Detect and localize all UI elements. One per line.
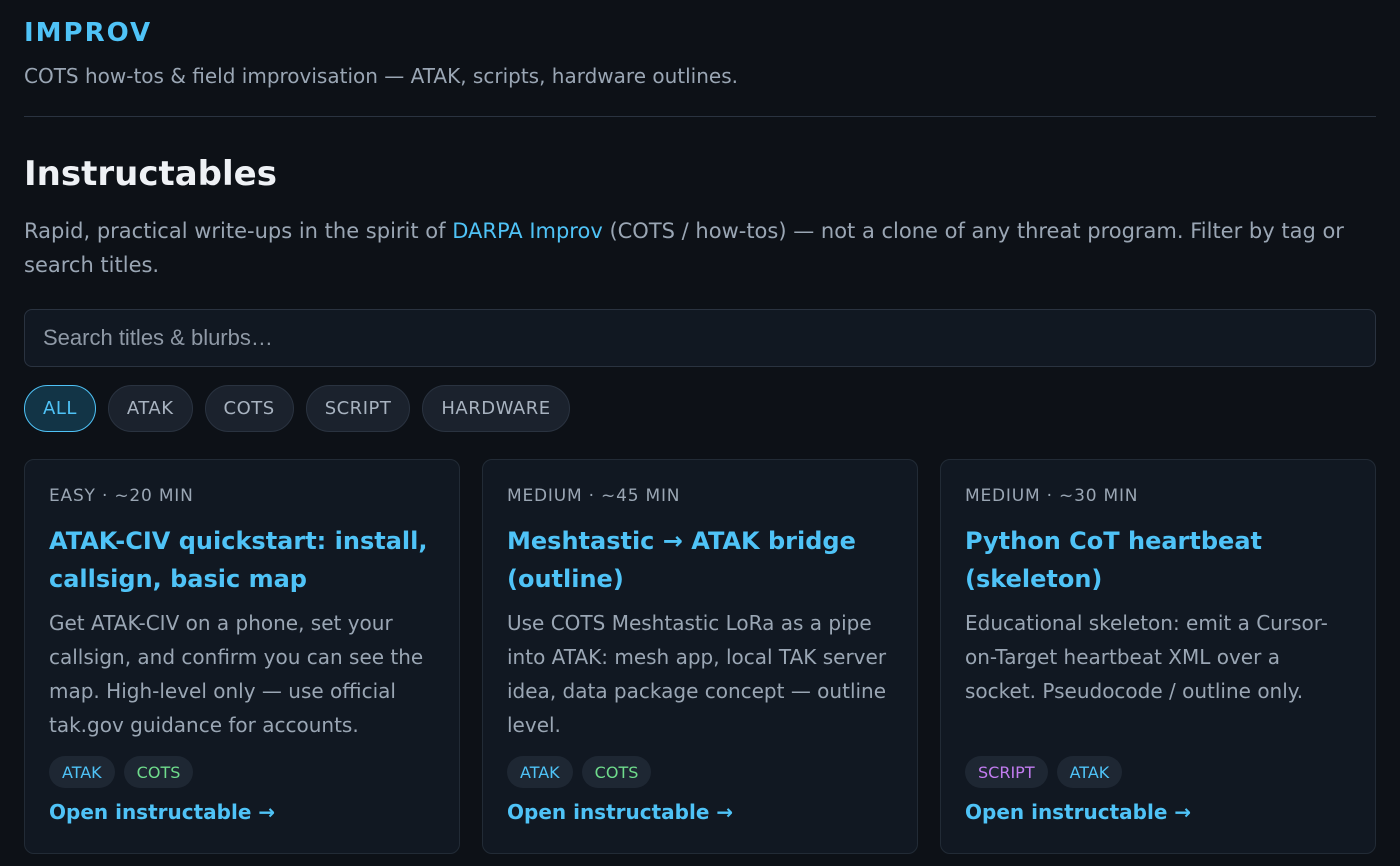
- filter-chip-atak[interactable]: ATAK: [107, 385, 193, 432]
- instructable-card: EASY · ~20 MIN ATAK-CIV quickstart: inst…: [24, 459, 460, 854]
- instructable-card: MEDIUM · ~30 MIN Python CoT heartbeat (s…: [940, 459, 1376, 854]
- card-tags: SCRIPT ATAK: [965, 756, 1123, 788]
- tag-cots[interactable]: COTS: [581, 756, 652, 788]
- card-tags: ATAK COTS: [507, 756, 652, 788]
- card-difficulty-time: MEDIUM · ~30 MIN: [965, 486, 1139, 506]
- search-input[interactable]: [24, 309, 1376, 367]
- card-blurb: Get ATAK-CIV on a phone, set your callsi…: [49, 611, 424, 737]
- tag-script[interactable]: SCRIPT: [965, 756, 1048, 788]
- instructables-grid: EASY · ~20 MIN ATAK-CIV quickstart: inst…: [24, 459, 1376, 854]
- header-divider: [24, 116, 1376, 117]
- open-instructable-link[interactable]: Open instructable →: [49, 800, 275, 824]
- filter-chip-hardware[interactable]: HARDWARE: [422, 385, 570, 432]
- darpa-improv-link[interactable]: DARPA Improv: [452, 219, 603, 243]
- card-blurb: Educational skeleton: emit a Cursor-on-T…: [965, 611, 1328, 703]
- card-title[interactable]: Meshtastic → ATAK bridge (outline): [507, 522, 893, 598]
- filter-chip-cots[interactable]: COTS: [204, 385, 294, 432]
- page: IMPROV COTS how-tos & field improvisatio…: [0, 0, 1400, 866]
- intro-text: Rapid, practical write-ups in the spirit…: [24, 214, 1364, 282]
- card-difficulty-time: MEDIUM · ~45 MIN: [507, 486, 681, 506]
- tag-atak[interactable]: ATAK: [49, 756, 115, 788]
- tag-filter-bar: ALL ATAK COTS SCRIPT HARDWARE: [24, 385, 570, 432]
- card-difficulty-time: EASY · ~20 MIN: [49, 486, 194, 506]
- card-tags: ATAK COTS: [49, 756, 194, 788]
- open-instructable-link[interactable]: Open instructable →: [507, 800, 733, 824]
- card-title[interactable]: Python CoT heartbeat (skeleton): [965, 522, 1351, 598]
- tag-atak[interactable]: ATAK: [507, 756, 573, 788]
- card-blurb: Use COTS Meshtastic LoRa as a pipe into …: [507, 611, 887, 737]
- tag-atak[interactable]: ATAK: [1056, 756, 1123, 788]
- tag-cots[interactable]: COTS: [123, 756, 194, 788]
- intro-text-start: Rapid, practical write-ups in the spirit…: [24, 219, 453, 243]
- filter-chip-script[interactable]: SCRIPT: [305, 385, 411, 432]
- open-instructable-link[interactable]: Open instructable →: [965, 800, 1191, 824]
- card-title[interactable]: ATAK-CIV quickstart: install, callsign, …: [49, 522, 435, 598]
- site-tagline: COTS how-tos & field improvisation — ATA…: [24, 64, 738, 88]
- filter-chip-all[interactable]: ALL: [24, 385, 96, 432]
- page-title: Instructables: [24, 154, 277, 194]
- brand-logo[interactable]: IMPROV: [24, 18, 152, 48]
- instructable-card: MEDIUM · ~45 MIN Meshtastic → ATAK bridg…: [482, 459, 918, 854]
